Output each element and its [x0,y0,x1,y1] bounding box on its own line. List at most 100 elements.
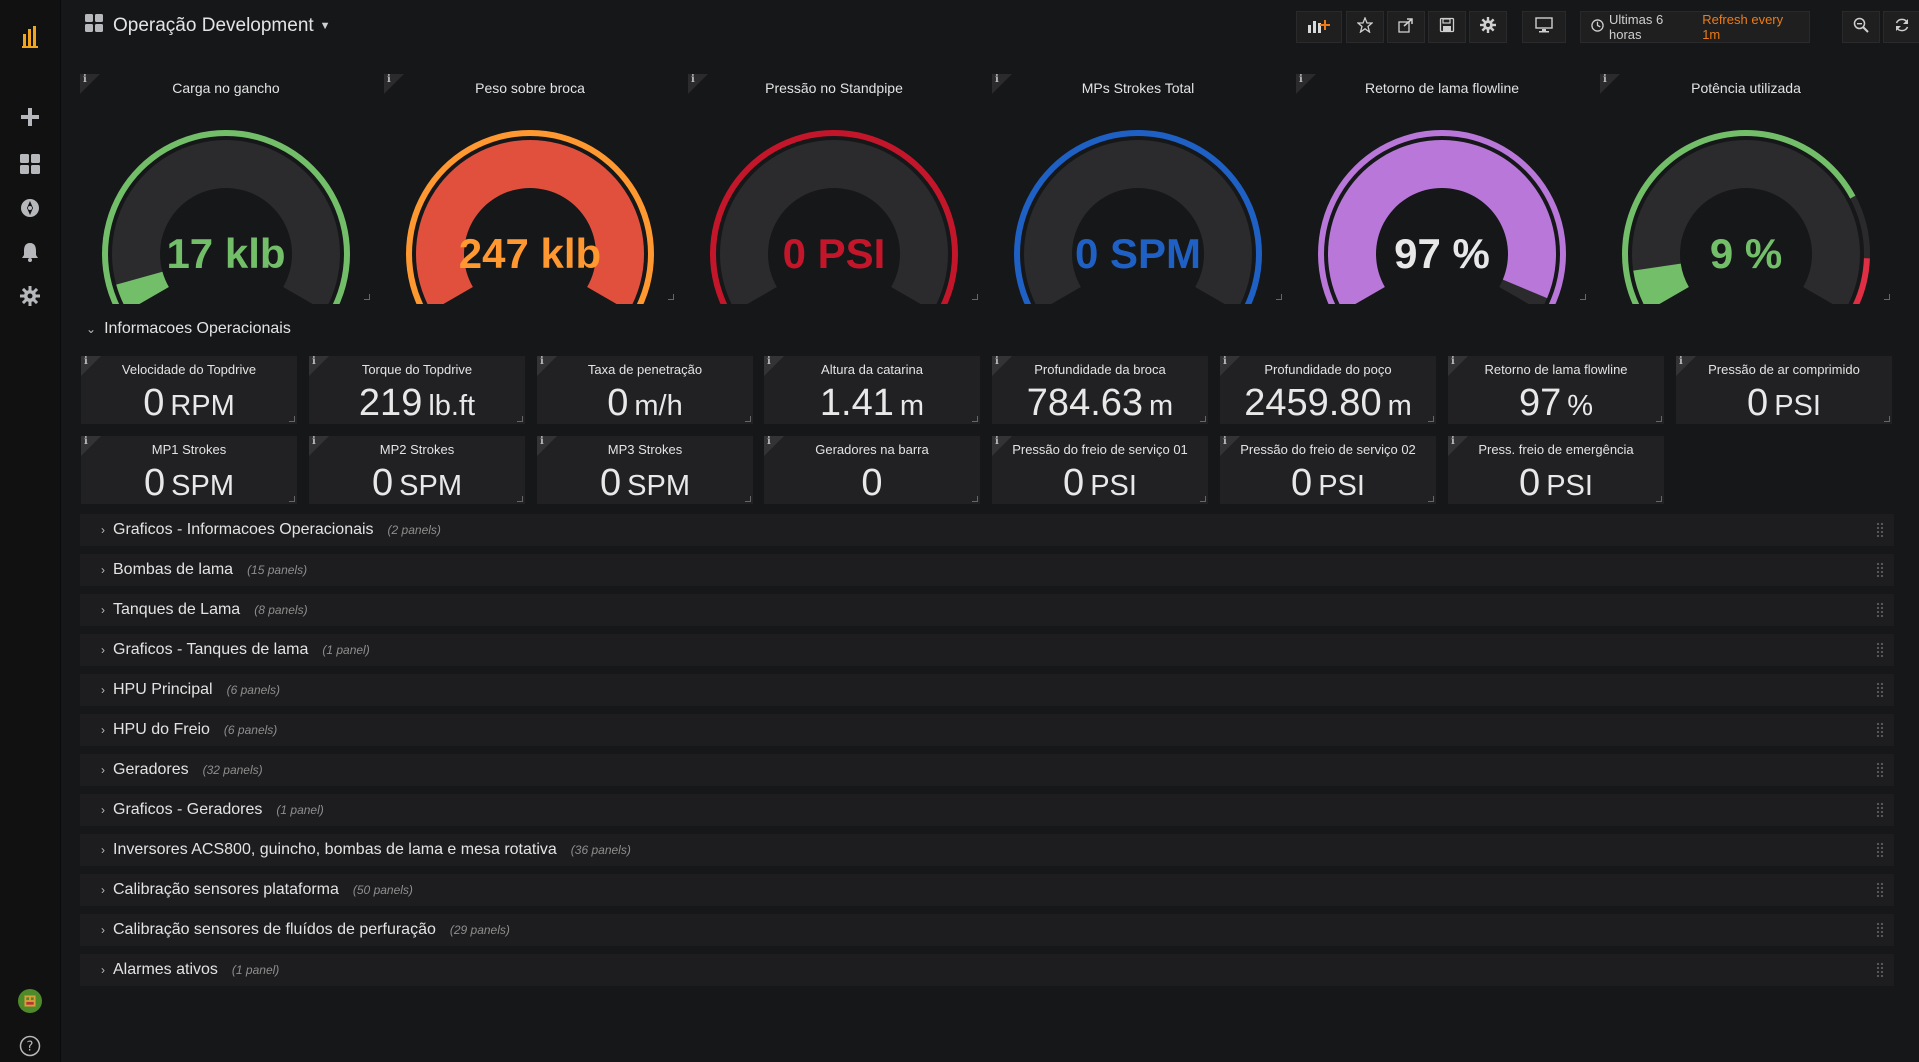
grafana-logo-icon[interactable] [18,25,42,49]
panel-resize-handle[interactable] [745,496,751,502]
panel-resize-handle[interactable] [1884,416,1890,422]
row-drag-handle[interactable] [1876,922,1884,938]
row-drag-handle[interactable] [1876,562,1884,578]
stat-panel[interactable]: i Pressão do freio de serviço 02 0 PSI [1220,436,1436,504]
row-drag-handle[interactable] [1876,722,1884,738]
stat-number: 0 [144,462,166,504]
gauge-panel[interactable]: i Peso sobre broca 247 klb [384,74,676,304]
gauge-panel[interactable]: i Carga no gancho 17 klb [80,74,372,304]
sidebar: ? [0,0,61,1062]
star-button[interactable] [1346,11,1384,43]
stat-title: Retorno de lama flowline [1484,362,1628,377]
stat-title: Taxa de penetração [587,362,703,377]
panel-resize-handle[interactable] [1428,416,1434,422]
panel-resize-handle[interactable] [1884,294,1890,300]
stat-title: Altura da catarina [821,362,923,377]
row-drag-handle[interactable] [1876,842,1884,858]
plus-icon[interactable] [18,105,42,129]
dashboard-title-picker[interactable]: Operação Development ▼ [85,14,331,38]
gauge-value: 9 % [1709,230,1783,277]
gauge-panel[interactable]: i Retorno de lama flowline 97 % [1296,74,1588,304]
stat-number: 2459.80 [1244,382,1382,424]
row-panel-count: (15 panels) [247,563,308,577]
stat-unit: RPM [170,390,235,422]
stat-panel[interactable]: i MP3 Strokes 0 SPM [537,436,753,504]
collapsed-row[interactable]: › Graficos - Tanques de lama (1 panel) [80,634,1894,666]
panel-resize-handle[interactable] [1656,416,1662,422]
panel-resize-handle[interactable] [1200,496,1206,502]
settings-gear-icon[interactable] [18,284,42,308]
zoom-out-button[interactable] [1842,11,1880,43]
panel-resize-handle[interactable] [745,416,751,422]
panel-resize-handle[interactable] [972,496,978,502]
collapsed-row[interactable]: › Tanques de Lama (8 panels) [80,594,1894,626]
gauge-panel[interactable]: i Pressão no Standpipe 0 PSI [688,74,980,304]
row-drag-handle[interactable] [1876,682,1884,698]
row-drag-handle[interactable] [1876,522,1884,538]
stat-panel[interactable]: i Retorno de lama flowline 97% [1448,356,1664,424]
share-button[interactable] [1387,11,1425,43]
add-panel-button[interactable] [1296,11,1342,43]
collapsed-row[interactable]: › Geradores (32 panels) [80,754,1894,786]
user-avatar[interactable] [18,989,42,1013]
collapsed-row[interactable]: › Inversores ACS800, guincho, bombas de l… [80,834,1894,866]
collapsed-row[interactable]: › Graficos - Informacoes Operacionais (2 p… [80,514,1894,546]
panel-resize-handle[interactable] [289,496,295,502]
panel-resize-handle[interactable] [972,294,978,300]
collapsed-row[interactable]: › HPU do Freio (6 panels) [80,714,1894,746]
row-drag-handle[interactable] [1876,802,1884,818]
row-title: Graficos - Informacoes Operacionais [113,521,374,538]
gauge-panel[interactable]: i MPs Strokes Total 0 SPM [992,74,1284,304]
collapsed-row[interactable]: › HPU Principal (6 panels) [80,674,1894,706]
explore-icon[interactable] [18,196,42,220]
row-drag-handle[interactable] [1876,962,1884,978]
stat-unit: PSI [1774,390,1821,422]
collapsed-row[interactable]: › Calibração sensores plataforma (50 panel… [80,874,1894,906]
stat-panel[interactable]: i Altura da catarina 1.41 m [764,356,980,424]
row-drag-handle[interactable] [1876,602,1884,618]
row-drag-handle[interactable] [1876,882,1884,898]
panel-resize-handle[interactable] [517,416,523,422]
stat-panel[interactable]: i Taxa de penetração 0 m/h [537,356,753,424]
panel-resize-handle[interactable] [1276,294,1282,300]
stat-panel[interactable]: i MP2 Strokes 0 SPM [309,436,525,504]
stat-panel[interactable]: i Profundidade do poço 2459.80 m [1220,356,1436,424]
panel-resize-handle[interactable] [668,294,674,300]
panel-resize-handle[interactable] [972,416,978,422]
collapsed-row[interactable]: › Graficos - Geradores (1 panel) [80,794,1894,826]
stat-panel[interactable]: i Geradores na barra 0 [764,436,980,504]
stat-value: 784.63 m [992,382,1208,425]
row-drag-handle[interactable] [1876,642,1884,658]
panel-resize-handle[interactable] [1580,294,1586,300]
alerting-bell-icon[interactable] [18,240,42,264]
stat-panel[interactable]: i Pressão do freio de serviço 01 0 PSI [992,436,1208,504]
panel-resize-handle[interactable] [1428,496,1434,502]
collapsed-row[interactable]: › Bombas de lama (15 panels) [80,554,1894,586]
section-informacoes-operacionais[interactable]: ⌄ Informacoes Operacionais [86,320,291,338]
save-button[interactable] [1428,11,1466,43]
collapsed-row[interactable]: › Alarmes ativos (1 panel) [80,954,1894,986]
dashboards-icon[interactable] [18,152,42,176]
cycle-view-mode-button[interactable] [1522,11,1566,43]
stat-panel[interactable]: i MP1 Strokes 0 SPM [81,436,297,504]
collapsed-row[interactable]: › Calibração sensores de fluídos de perfu… [80,914,1894,946]
panel-resize-handle[interactable] [1200,416,1206,422]
stat-panel[interactable]: i Velocidade do Topdrive 0 RPM [81,356,297,424]
panel-resize-handle[interactable] [517,496,523,502]
stat-panel[interactable]: i Torque do Topdrive 219 lb.ft [309,356,525,424]
gauge-panel[interactable]: i Potência utilizada 9 % [1600,74,1892,304]
stat-panel[interactable]: i Profundidade da broca 784.63 m [992,356,1208,424]
panel-resize-handle[interactable] [364,294,370,300]
panel-resize-handle[interactable] [289,416,295,422]
help-icon[interactable]: ? [18,1034,42,1058]
settings-button[interactable] [1469,11,1507,43]
refresh-button[interactable] [1883,11,1919,43]
stat-number: 0 [607,382,629,424]
time-range-picker[interactable]: Ultimas 6 horas Refresh every 1m [1580,11,1810,43]
stat-panel[interactable]: i Press. freio de emergência 0 PSI [1448,436,1664,504]
stat-title: Press. freio de emergência [1478,442,1634,457]
stat-unit: lb.ft [428,390,476,422]
row-drag-handle[interactable] [1876,762,1884,778]
panel-resize-handle[interactable] [1656,496,1662,502]
stat-panel[interactable]: i Pressão de ar comprimido 0 PSI [1676,356,1892,424]
